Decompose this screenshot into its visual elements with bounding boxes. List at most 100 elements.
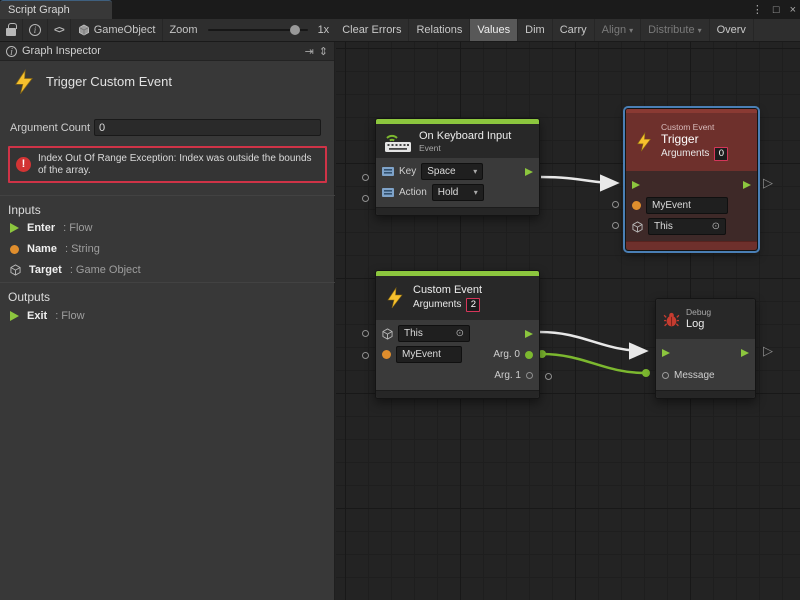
chevron-down-icon: ▾	[473, 165, 477, 178]
key-input-port[interactable]	[362, 174, 369, 181]
target-input-port[interactable]	[362, 330, 369, 337]
node-header[interactable]: Custom Event Arguments 2	[376, 276, 539, 320]
values-button[interactable]: Values	[470, 19, 518, 41]
flow-output-port[interactable]	[743, 181, 751, 189]
zoom-slider[interactable]	[208, 29, 308, 31]
carry-button[interactable]: Carry	[553, 19, 595, 41]
node-body: This ⊙ MyEvent Arg. 0 Arg. 1	[376, 320, 539, 390]
target-row: This ⊙	[376, 323, 539, 344]
event-name-row: MyEvent Arg. 0	[376, 344, 539, 365]
arg1-row: Arg. 1	[376, 365, 539, 386]
flow-input-port[interactable]	[662, 349, 670, 357]
key-dropdown[interactable]: Space ▾	[421, 163, 483, 180]
arguments-label: Arguments	[413, 297, 461, 313]
info-icon: i	[6, 46, 17, 57]
event-name-field[interactable]: MyEvent	[646, 197, 728, 214]
message-label: Message	[674, 370, 715, 381]
action-row: Action Hold ▾	[376, 182, 539, 203]
node-footer	[626, 241, 757, 250]
arg1-external-port[interactable]	[545, 373, 552, 380]
resize-icon[interactable]: ⇕	[319, 45, 328, 58]
node-on-keyboard-input[interactable]: On Keyboard Input Event Key Space ▾ Acti…	[375, 118, 540, 216]
node-trigger-custom-event[interactable]: Custom Event Trigger Arguments 0 MyEvent	[625, 108, 758, 251]
dock-icon[interactable]: ⇥	[305, 45, 314, 58]
inspect-toggle-button[interactable]: i	[23, 19, 48, 41]
target-value: This	[654, 220, 673, 233]
event-name-input-port[interactable]	[362, 352, 369, 359]
flow-output-port[interactable]	[741, 349, 749, 357]
wire-keyboard-to-trigger[interactable]	[541, 177, 616, 183]
zoom-slider-handle[interactable]	[290, 25, 300, 35]
key-row: Key Space ▾	[376, 161, 539, 182]
gameobject-port-icon	[10, 264, 21, 276]
action-input-port[interactable]	[362, 195, 369, 202]
wire-arguments-to-log[interactable]	[540, 332, 645, 351]
lock-button[interactable]	[0, 19, 23, 41]
node-custom-event[interactable]: Custom Event Arguments 2 This ⊙ MyEvent	[375, 270, 540, 399]
arg0-label: Arg. 0	[493, 349, 520, 360]
code-view-button[interactable]: <>	[48, 19, 71, 41]
message-input-port[interactable]	[662, 372, 669, 379]
overview-button[interactable]: Overv	[710, 19, 754, 41]
string-port-icon	[632, 201, 641, 210]
error-message-box: ! Index Out Of Range Exception: Index wa…	[8, 146, 327, 183]
distribute-button[interactable]: Distribute▾	[641, 19, 709, 41]
event-name-row: MyEvent	[626, 195, 757, 216]
lightning-icon	[383, 286, 407, 310]
flow-input-port[interactable]	[632, 181, 640, 189]
node-footer	[656, 390, 755, 398]
action-dropdown[interactable]: Hold ▾	[432, 184, 484, 201]
flow-row	[656, 342, 755, 364]
arg0-output-port[interactable]	[525, 351, 533, 359]
port-type: : String	[65, 243, 100, 255]
gameobject-selector[interactable]: GameObject	[71, 19, 164, 41]
port-type: : Flow	[55, 310, 84, 322]
carry-label: Carry	[560, 24, 587, 36]
relations-label: Relations	[416, 24, 462, 36]
relations-button[interactable]: Relations	[409, 19, 470, 41]
close-icon[interactable]: ×	[790, 4, 796, 16]
argument-count-input[interactable]	[94, 119, 321, 136]
key-field-icon	[382, 167, 394, 176]
zoom-value: 1x	[312, 24, 336, 36]
key-value: Space	[427, 165, 455, 178]
object-picker-icon[interactable]: ⊙	[712, 220, 720, 233]
window-controls: ⋮ □ ×	[752, 0, 796, 19]
flow-output-port[interactable]	[525, 330, 533, 338]
wire-arg0-to-message[interactable]	[542, 354, 645, 373]
dim-button[interactable]: Dim	[518, 19, 553, 41]
graph-inspector-header: i Graph Inspector ⇥ ⇕	[0, 42, 334, 61]
node-header[interactable]: Debug Log	[656, 299, 755, 339]
event-name-field[interactable]: MyEvent	[396, 346, 462, 363]
tab-script-graph[interactable]: Script Graph	[0, 0, 112, 19]
target-dropdown[interactable]: This ⊙	[648, 218, 726, 235]
arguments-count-badge: 0	[714, 147, 728, 161]
window-menu-icon[interactable]: ⋮	[752, 3, 763, 16]
node-debug-log[interactable]: Debug Log Message	[655, 298, 756, 399]
flow-row	[626, 174, 757, 195]
tab-title: Script Graph	[8, 4, 70, 16]
port-name: Target	[29, 264, 62, 276]
input-row-target: Target : Game Object	[10, 264, 141, 276]
arg1-output-port[interactable]	[526, 372, 533, 379]
node-header[interactable]: On Keyboard Input Event	[376, 124, 539, 158]
arguments-label: Arguments	[661, 146, 709, 162]
event-name-input-port[interactable]	[612, 201, 619, 208]
gameobject-port-icon	[382, 328, 393, 340]
align-button[interactable]: Align▾	[595, 19, 641, 41]
target-input-port[interactable]	[612, 222, 619, 229]
flow-output-port[interactable]	[525, 168, 533, 176]
object-picker-icon[interactable]: ⊙	[456, 327, 464, 340]
graph-canvas[interactable]: On Keyboard Input Event Key Space ▾ Acti…	[336, 42, 800, 600]
lightning-icon	[10, 68, 38, 101]
port-type: : Flow	[63, 222, 92, 234]
maximize-icon[interactable]: □	[773, 4, 780, 16]
graph-inspector-title: Graph Inspector	[22, 45, 101, 57]
port-name: Name	[27, 243, 57, 255]
carry-indicator: ▷	[763, 176, 773, 189]
node-kicker: Debug	[686, 307, 711, 317]
clear-errors-button[interactable]: Clear Errors	[335, 19, 409, 41]
node-header[interactable]: Custom Event Trigger Arguments 0	[626, 113, 757, 171]
target-dropdown[interactable]: This ⊙	[398, 325, 470, 342]
inspector-node-title: Trigger Custom Event	[46, 74, 172, 89]
